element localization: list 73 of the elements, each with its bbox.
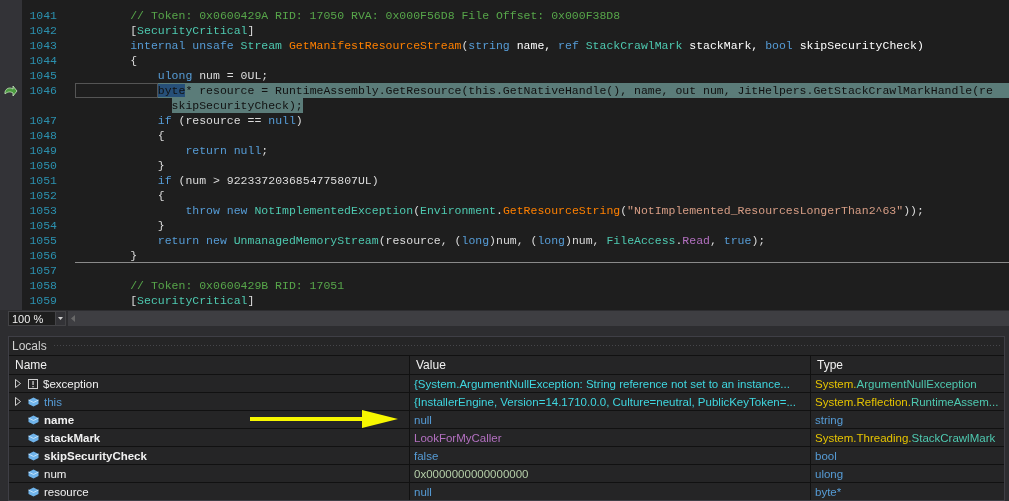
- line-number: 1048: [28, 128, 58, 143]
- code-line: return new UnmanagedMemoryStream(resource, (long)num, (long)num, FileAccess.Read, true);: [157, 233, 766, 248]
- caret-icon: [58, 317, 64, 320]
- code-line: // Token: 0x0600429A RID: 17050 RVA: 0x000F56D8 File Offset: 0x000F38D8: [130, 8, 621, 23]
- code-line: }: [130, 248, 138, 263]
- type-cell: ulong: [811, 465, 1004, 482]
- line-number: 1046: [28, 83, 58, 98]
- value-cell: 0x0000000000000000: [410, 465, 810, 482]
- line-number: 1055: [28, 233, 58, 248]
- code-line: {: [157, 128, 165, 143]
- line-number: 1044: [28, 53, 58, 68]
- line-number: 1054: [28, 218, 58, 233]
- code-line: throw new NotImplementedException(Environment.GetResourceString("NotImplemented_ResourcesLongerThan2^63"));: [185, 203, 924, 218]
- column-header[interactable]: Value: [410, 356, 810, 374]
- code-line: [SecurityCritical]: [130, 23, 255, 38]
- line-number: 1047: [28, 113, 58, 128]
- type-cell: System.ArgumentNullException: [811, 375, 1004, 392]
- column-header[interactable]: Type: [811, 356, 1004, 374]
- code-line: }: [157, 158, 165, 173]
- type-cell: System.Threading.StackCrawlMark: [811, 429, 1004, 446]
- line-number: 1050: [28, 158, 58, 173]
- code-line: if (num > 9223372036854775807UL): [157, 173, 379, 188]
- cube-icon: [28, 486, 39, 497]
- cube-icon: [28, 396, 39, 407]
- name-cell: resource: [9, 483, 409, 500]
- line-number: 1053: [28, 203, 58, 218]
- code-line: internal unsafe Stream GetManifestResourceStream(string name, ref StackCrawlMark stackMark, bool skipSecurityCheck): [130, 38, 924, 53]
- zoom-combo[interactable]: 100 %: [8, 311, 67, 326]
- panel-grip[interactable]: [52, 344, 1002, 348]
- code-line: ulong num = 0UL;: [157, 68, 269, 83]
- code-line: {: [130, 53, 138, 68]
- value-cell: null: [410, 483, 810, 500]
- type-cell: string: [811, 411, 1004, 428]
- code-line: [SecurityCritical]: [130, 293, 255, 308]
- cube-icon: [28, 432, 39, 443]
- cube-icon: [28, 414, 39, 425]
- code-line: {: [157, 188, 165, 203]
- cube-icon: [28, 468, 39, 479]
- value-cell: LookForMyCaller: [410, 429, 810, 446]
- code-line: if (resource == null): [157, 113, 303, 128]
- line-number: 1041: [28, 8, 58, 23]
- line-number: 1051: [28, 173, 58, 188]
- line-number: 1059: [28, 293, 58, 308]
- name-cell: num: [9, 465, 409, 482]
- column-header[interactable]: Name: [9, 356, 409, 374]
- line-number: 1045: [28, 68, 58, 83]
- line-number: 1058: [28, 278, 58, 293]
- type-cell: System.Reflection.RuntimeAssem...: [811, 393, 1004, 410]
- line-number: 1056: [28, 248, 58, 263]
- line-number: 1042: [28, 23, 58, 38]
- value-cell: null: [410, 411, 810, 428]
- value-cell: {InstallerEngine, Version=14.1710.0.0, Culture=neutral, PublicKeyToken=...: [410, 393, 810, 410]
- execution-arrow-icon: [4, 84, 18, 97]
- line-number: 1049: [28, 143, 58, 158]
- horizontal-scrollbar[interactable]: [68, 311, 1009, 326]
- cube-icon: [28, 450, 39, 461]
- value-cell: false: [410, 447, 810, 464]
- type-cell: byte*: [811, 483, 1004, 500]
- code-line: return null;: [185, 143, 269, 158]
- exception-icon: [28, 378, 38, 389]
- line-number: 1052: [28, 188, 58, 203]
- value-cell: {System.ArgumentNullException: String reference not set to an instance...: [410, 375, 810, 392]
- name-cell: this: [9, 393, 409, 410]
- line-number: 1057: [28, 263, 58, 278]
- panel-title: Locals: [12, 339, 47, 353]
- dropdown-button[interactable]: [55, 312, 66, 325]
- name-cell: skipSecurityCheck: [9, 447, 409, 464]
- name-cell: stackMark: [9, 429, 409, 446]
- code-line: }: [157, 218, 165, 233]
- name-cell: $exception: [9, 375, 409, 392]
- type-cell: bool: [811, 447, 1004, 464]
- code-line: // Token: 0x0600429B RID: 17051: [130, 278, 345, 293]
- line-number: 1043: [28, 38, 58, 53]
